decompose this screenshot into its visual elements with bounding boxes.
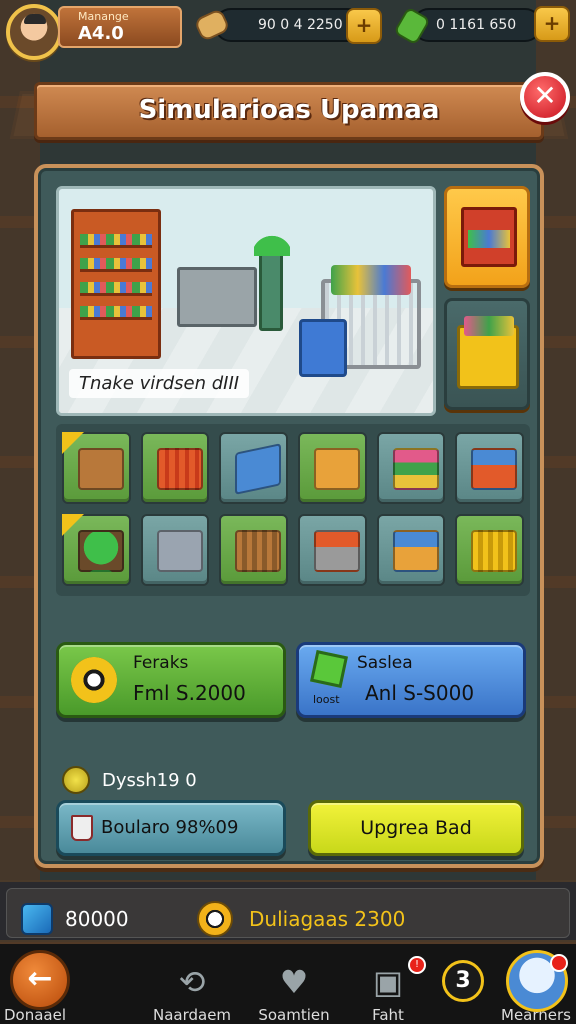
register-icon (156, 530, 203, 572)
grid-tile-produce-box[interactable] (297, 432, 367, 504)
shopping-cart-icon (313, 530, 360, 572)
player-avatar[interactable] (6, 4, 62, 60)
buy-button[interactable]: Feraks Fml S.2000 (56, 642, 286, 718)
info-text: Dyssh19 0 (102, 770, 197, 791)
magnify-icon (197, 901, 233, 937)
refresh-icon: ⟲ (178, 963, 206, 1001)
grid-tile-supply-box[interactable] (376, 514, 446, 586)
nav-item-2-label: Soamtien (258, 1006, 330, 1024)
shelf-illustration (71, 209, 161, 359)
cube-icon (310, 650, 348, 688)
player-level: A4.0 (78, 23, 124, 44)
status-right-value: Duliagaas 2300 (249, 907, 406, 931)
crate-icon (78, 448, 124, 490)
supply-box-icon (392, 530, 439, 572)
sell-button[interactable]: Saslea loost Anl S-S000 (296, 642, 526, 718)
nav-back-label: Donaael (4, 1006, 67, 1024)
nav-item-3[interactable]: ▣ ! Faht (340, 944, 436, 1024)
chef-notification-dot (550, 954, 568, 972)
resource-coins: 90 0 4 2250 + (196, 8, 382, 44)
sell-price: Anl S-S000 (365, 681, 475, 705)
nav-item-3-label: Faht (372, 1006, 404, 1024)
count-badge[interactable]: 3 (442, 960, 484, 1002)
page-title: Simularioas Upamaa (138, 95, 440, 125)
status-bar: 80000 Duliagaas 2300 (0, 880, 576, 942)
cup-icon (71, 815, 93, 841)
grid-tile-plant[interactable] (62, 514, 131, 586)
resource-cash: 0 1161 650 (395, 8, 542, 43)
back-arrow-icon[interactable]: ← (10, 950, 70, 1010)
yellow-cart-icon (471, 530, 518, 572)
upgrade-button[interactable]: Upgrea Bad (308, 800, 524, 856)
title-banner: Simularioas Upamaa (34, 82, 544, 140)
stacked-goods-icon (392, 448, 439, 490)
wood-cart-icon (235, 530, 282, 572)
bin-illustration (299, 319, 347, 377)
cash-icon (395, 9, 429, 43)
nav-back[interactable]: ← Donaael (0, 944, 136, 1024)
grid-tile-shopping-cart[interactable] (297, 514, 367, 586)
grid-tile-stacked-goods[interactable] (376, 432, 446, 504)
boost-button[interactable]: Boularo 98%09 (56, 800, 286, 856)
clock-icon (71, 657, 117, 703)
status-inner: 80000 Duliagaas 2300 (6, 888, 570, 938)
upgrade-panel: Tnake virdsen dIII Feraks Fml S.2000 Sas… (34, 164, 544, 868)
basket-cart-icon (471, 448, 518, 490)
nav-item-1[interactable]: ⟲ Naardaem (136, 944, 248, 1024)
grid-tile-blue-bin[interactable] (219, 432, 288, 504)
store-preview: Tnake virdsen dIII (56, 186, 436, 416)
grid-tile-yellow-cart[interactable] (455, 514, 524, 586)
top-hud: Manange A4.0 90 0 4 2250 + 0 1161 650 + (0, 0, 576, 60)
cart-red-icon (156, 448, 203, 490)
scroll-icon (196, 10, 228, 40)
cash-value: 0 1161 650 (436, 17, 517, 33)
add-cash-button[interactable]: + (534, 6, 570, 42)
blue-bin-icon (235, 443, 282, 495)
shop-icon: ▣ (372, 963, 404, 1001)
plant-icon (78, 530, 124, 572)
bottom-nav: ← Donaael ⟲ Naardaem ♥ Soamtien ▣ ! Faht… (0, 944, 576, 1024)
cart-icon (457, 316, 519, 389)
stall-card[interactable] (444, 186, 530, 288)
leaf-icon (62, 766, 90, 794)
heart-icon: ♥ (279, 963, 309, 1001)
buy-price: Fml S.2000 (133, 681, 246, 705)
stall-icon (461, 207, 517, 267)
desk-illustration (177, 267, 257, 327)
grid-tile-wood-cart[interactable] (219, 514, 288, 586)
grid-tile-basket-cart[interactable] (455, 432, 524, 504)
pencil-icon (21, 903, 53, 935)
notification-badge: ! (408, 956, 426, 974)
produce-box-icon (313, 448, 360, 490)
player-name: Manange (78, 10, 129, 23)
grid-tile-cart-red[interactable] (140, 432, 210, 504)
scene-caption: Tnake virdsen dIII (69, 369, 250, 398)
plant-illustration (254, 228, 290, 331)
nav-item-2[interactable]: ♥ Soamtien (248, 944, 340, 1024)
status-left-value: 80000 (65, 907, 129, 931)
coins-value: 90 0 4 2250 (258, 17, 343, 33)
close-button[interactable]: ✕ (520, 72, 570, 122)
sell-boost-label: loost (313, 693, 340, 706)
buy-title: Feraks (133, 653, 189, 673)
player-info: Manange A4.0 (58, 6, 182, 48)
grid-tile-register[interactable] (140, 514, 210, 586)
cart-card[interactable] (444, 298, 530, 410)
add-coins-button[interactable]: + (346, 8, 382, 44)
boost-label: Boularo 98%09 (101, 817, 239, 838)
nav-item-1-label: Naardaem (152, 1006, 232, 1024)
grid-tile-crate[interactable] (62, 432, 131, 504)
item-grid (56, 424, 530, 596)
sell-title: Saslea (357, 653, 413, 673)
upgrade-label: Upgrea Bad (360, 817, 472, 839)
